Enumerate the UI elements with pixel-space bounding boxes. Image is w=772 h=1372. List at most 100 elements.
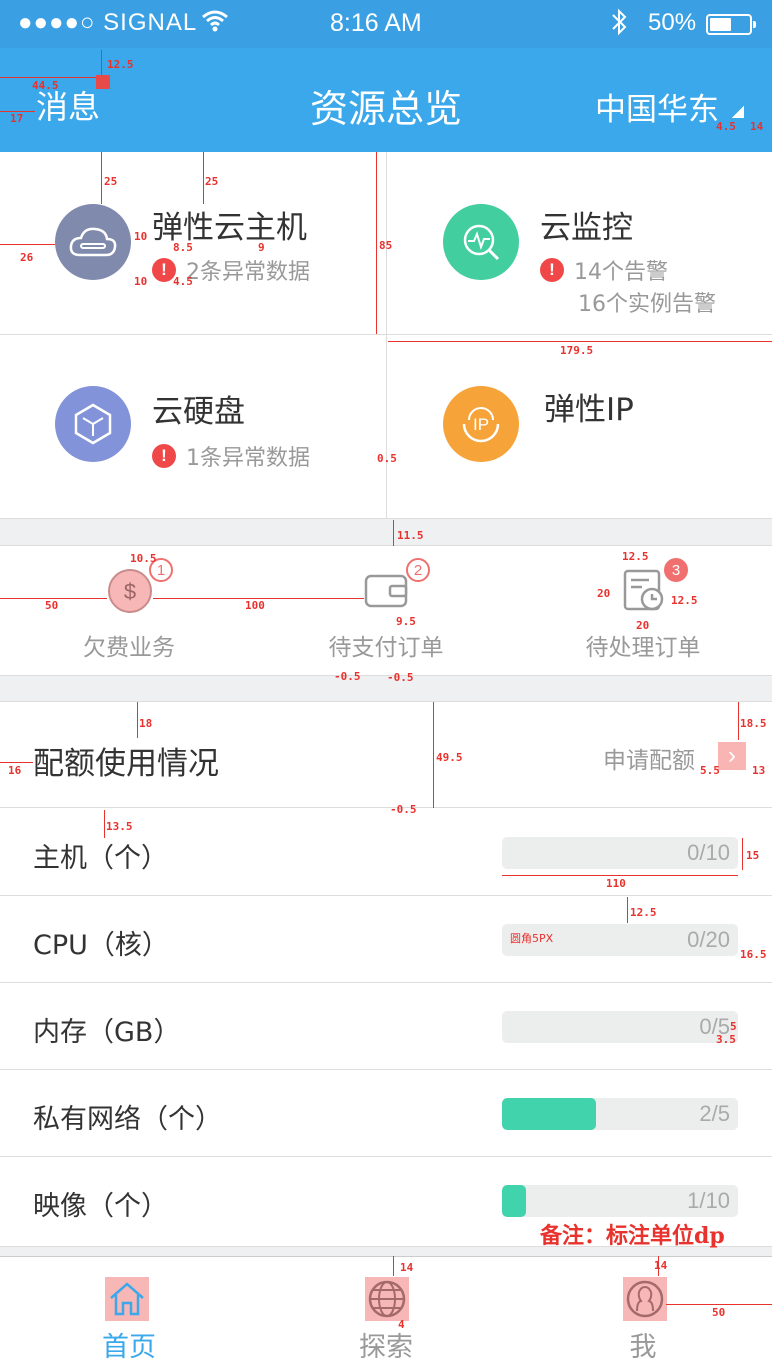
clock-list-icon: 3 (622, 558, 688, 614)
user-icon (623, 1277, 667, 1321)
dimension-label: 10 (134, 230, 148, 243)
dollar-icon: $ 1 (107, 558, 173, 614)
quota-progress-bar: 2/5 (502, 1098, 738, 1130)
service-monitor[interactable]: 云监控 ! 14个告警 16个实例告警 (386, 152, 772, 334)
dimension-label: 110 (606, 877, 626, 890)
cloud-server-icon (55, 204, 131, 280)
dimension-label: 85 (379, 239, 393, 252)
dimension-label: -0.5 (390, 803, 417, 816)
battery-percent: 50% (648, 9, 697, 36)
tab-explore[interactable]: 探索 (257, 1257, 515, 1372)
dimension-label: 12.5 (622, 550, 649, 563)
quota-row: 内存（GB） 0/5 (0, 983, 772, 1070)
order-arrears[interactable]: $ 1 欠费业务 (0, 546, 258, 675)
quota-progress-fill (502, 1185, 526, 1217)
wallet-icon: 2 (364, 558, 430, 614)
dimension-label: 4.5 (173, 275, 193, 288)
ip-icon: IP (443, 386, 519, 462)
chevron-right-icon[interactable]: › (718, 742, 746, 770)
dimension-label: -0.5 (334, 670, 361, 683)
section-gap (0, 518, 772, 546)
service-title: 云监控 (540, 210, 633, 246)
quota-value: 1/10 (687, 1188, 730, 1213)
dimension-line (388, 341, 772, 342)
service-alert: ! 14个告警 (540, 254, 668, 286)
dimension-line (393, 1256, 394, 1276)
dimension-label: 12.5 (107, 58, 134, 71)
dimension-label: 25 (104, 175, 118, 188)
service-disk[interactable]: 云硬盘 ! 1条异常数据 (0, 334, 386, 516)
dimension-label: 0.5 (377, 452, 397, 465)
dimension-label: 15 (746, 849, 760, 862)
quota-label: CPU（核） (33, 930, 169, 961)
order-badge: 2 (406, 558, 430, 582)
tab-home[interactable]: 首页 (0, 1257, 258, 1372)
globe-icon (365, 1277, 409, 1321)
dimension-label: 13 (752, 764, 766, 777)
orders-row: $ 1 欠费业务 2 待支付订单 3 待处理订单 (0, 546, 772, 675)
dimension-label: 14 (400, 1261, 414, 1274)
dropdown-caret-icon[interactable] (732, 106, 744, 118)
svg-text:IP: IP (473, 415, 489, 434)
service-title: 弹性IP (544, 392, 634, 428)
tab-label: 首页 (102, 1332, 156, 1363)
quota-value: 0/10 (687, 840, 730, 865)
dimension-label: 9.5 (396, 615, 416, 628)
dimension-label: 50 (45, 599, 59, 612)
service-sub-alert: 16个实例告警 (578, 292, 716, 317)
order-label: 欠费业务 (83, 635, 175, 661)
quota-header: 配额使用情况 申请配额 › (0, 702, 772, 808)
battery-icon (706, 14, 756, 35)
dimension-label: 12.5 (671, 594, 698, 607)
dimension-label: 18 (139, 717, 153, 730)
dimension-line (137, 702, 138, 738)
quota-value: 0/20 (687, 927, 730, 952)
dimension-label: 11.5 (397, 529, 424, 542)
alert-icon: ! (152, 444, 176, 468)
dimension-label: 10.5 (130, 552, 157, 565)
dimension-label: 8.5 (173, 241, 193, 254)
dimension-label: 14 (750, 120, 764, 133)
dimension-line (0, 762, 33, 763)
dimension-line (627, 897, 628, 923)
quota-progress-bar: 0/10 (502, 837, 738, 869)
dimension-label: 4 (398, 1318, 405, 1331)
dimension-label: 50 (712, 1306, 726, 1319)
dimension-line (376, 152, 377, 334)
quota-row: 私有网络（个） 2/5 (0, 1070, 772, 1157)
alert-icon: ! (540, 258, 564, 282)
dimension-label: 16 (8, 764, 22, 777)
section-gap (0, 675, 772, 702)
dimension-label: 179.5 (560, 344, 594, 357)
dimension-line (101, 50, 102, 78)
cube-icon (55, 386, 131, 462)
quota-section: 配额使用情况 申请配额 › 主机（个） 0/10 CPU（核） 0/20 内存（… (0, 702, 772, 1246)
service-title: 云硬盘 (152, 394, 245, 430)
quota-title: 配额使用情况 (33, 746, 219, 782)
apply-quota-link[interactable]: 申请配额 (603, 741, 695, 775)
quota-label: 私有网络（个） (33, 1104, 222, 1135)
service-eip[interactable]: IP 弹性IP (386, 334, 772, 516)
dimension-label: 13.5 (106, 820, 133, 833)
dimension-label: 5 (730, 1020, 737, 1033)
service-ecs[interactable]: 弹性云主机 ! 2条异常数据 (0, 152, 386, 334)
region-selector[interactable]: 中国华东 (595, 84, 719, 129)
order-pending[interactable]: 3 待处理订单 (514, 546, 772, 675)
corner-radius-annotation: 圆角5PX (510, 932, 554, 945)
dimension-label: 3.5 (716, 1033, 736, 1046)
dimension-label: 4.5 (716, 120, 736, 133)
dimension-line (0, 77, 96, 78)
order-unpaid[interactable]: 2 待支付订单 (257, 546, 515, 675)
dimension-label: 49.5 (436, 751, 463, 764)
tab-me[interactable]: 我 (514, 1257, 772, 1372)
dimension-line (738, 702, 739, 740)
dimension-label: 25 (205, 175, 219, 188)
dimension-line (393, 520, 394, 546)
quota-value: 2/5 (699, 1101, 730, 1126)
quota-progress-bar: 1/10 (502, 1185, 738, 1217)
home-icon (105, 1277, 149, 1321)
quota-label: 内存（GB） (33, 1017, 181, 1048)
quota-label: 映像（个） (33, 1191, 168, 1222)
dimension-label: 20 (597, 587, 611, 600)
unit-note: 备注：标注单位dp (540, 1223, 725, 1249)
